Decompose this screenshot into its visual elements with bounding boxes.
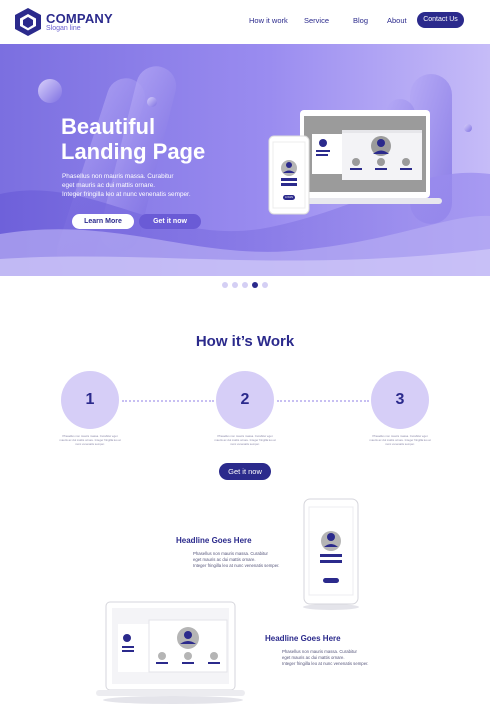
company-logo-icon[interactable]	[14, 7, 42, 37]
hero-text-line: Phasellus non mauris massa. Curabitur	[62, 173, 174, 180]
feature-1-headline: Headline Goes Here	[176, 536, 252, 545]
contact-us-button[interactable]: Contact Us	[417, 12, 464, 28]
how-it-works-title: How it’s Work	[195, 333, 295, 350]
carousel-dot[interactable]	[242, 282, 248, 288]
brand-name[interactable]: COMPANY	[46, 11, 113, 26]
hero-title-line-1: Beautiful	[61, 114, 156, 139]
brand-slogan: Slogan line	[46, 25, 81, 32]
learn-more-button[interactable]: Learn More	[72, 214, 134, 229]
carousel-dot[interactable]	[222, 282, 228, 288]
hero-laptop-mockup	[292, 110, 442, 204]
hero-banner: Beautiful Landing Page Phasellus non mau…	[0, 44, 490, 276]
feature-2-headline: Headline Goes Here	[265, 634, 341, 643]
feature-phone-mockup	[303, 498, 359, 610]
hero-get-it-now-button[interactable]: Get it now	[139, 214, 201, 229]
hero-title: Beautiful Landing Page	[61, 114, 205, 164]
step-connector	[122, 400, 214, 402]
step-2-text: Phasellus non mauris massa. Curabitur eg…	[214, 434, 276, 446]
nav-service[interactable]: Service	[304, 16, 329, 25]
site-header: COMPANY Slogan line How it work Service …	[0, 0, 490, 44]
hero-description: Phasellus non mauris massa. Curabitur eg…	[62, 172, 191, 199]
feature-1-text: Phasellus non mauris massa. Curabitur eg…	[193, 551, 279, 569]
phone-login-label: LOGIN	[285, 196, 293, 199]
hero-phone-mockup	[268, 135, 310, 215]
hero-title-line-2: Landing Page	[61, 139, 206, 164]
nav-about[interactable]: About	[387, 16, 407, 25]
nav-blog[interactable]: Blog	[353, 16, 368, 25]
carousel-dot[interactable]	[232, 282, 238, 288]
feature-text-line: Integer fringilla leo at nunc venenatis …	[282, 661, 369, 666]
step-1-circle: 1	[61, 371, 119, 429]
feature-2-text: Phasellus non mauris massa. Curabitur eg…	[282, 649, 368, 667]
carousel-dot[interactable]	[262, 282, 268, 288]
hero-text-line: eget mauris ac dui mattis ornare.	[62, 182, 156, 189]
step-1-text: Phasellus non mauris massa. Curabitur eg…	[59, 434, 121, 446]
feature-laptop-mockup	[96, 601, 245, 704]
step-connector	[277, 400, 369, 402]
carousel-indicators	[222, 282, 268, 288]
step-3-circle: 3	[371, 371, 429, 429]
get-it-now-button[interactable]: Get it now	[219, 463, 271, 480]
step-3-text: Phasellus non mauris massa. Curabitur eg…	[369, 434, 431, 446]
carousel-dot-active[interactable]	[252, 282, 258, 288]
feature-text-line: Integer fringilla leo at nunc venenatis …	[193, 563, 280, 568]
step-2-circle: 2	[216, 371, 274, 429]
nav-how-it-work[interactable]: How it work	[249, 16, 288, 25]
hero-text-line: Integer fringilla leo at nunc venenatis …	[62, 191, 191, 198]
